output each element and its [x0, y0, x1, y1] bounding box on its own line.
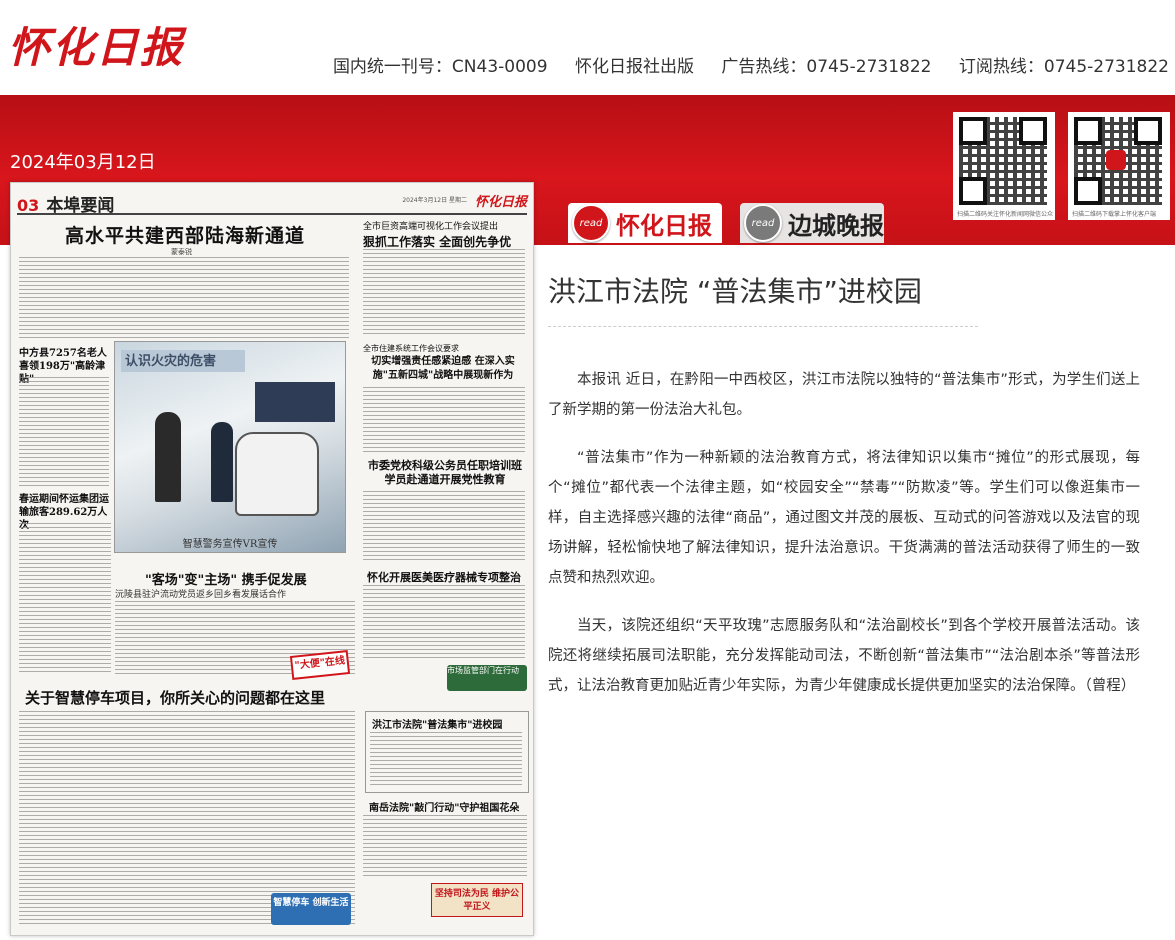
- highlight-box-current-article[interactable]: 洪江市法院"普法集市"进校园: [365, 711, 529, 793]
- text-block: [363, 491, 525, 561]
- page-header: 03 本埠要闻 2024年3月12日 星期二 怀化日报: [17, 191, 527, 216]
- article-link-right-mid3[interactable]: 怀化开展医美医疗器械专项整治: [367, 569, 521, 585]
- box-title: 洪江市法院"普法集市"进校园: [372, 720, 503, 731]
- article-title: 洪江市法院 “普法集市”进校园: [548, 270, 978, 327]
- article-link-bottom[interactable]: 关于智慧停车项目，你所关心的问题都在这里: [25, 687, 325, 708]
- text-block: [370, 732, 522, 788]
- tab-huaihua-daily[interactable]: read 怀化日报: [568, 203, 722, 243]
- photo-person: [155, 412, 181, 502]
- qr-corner: [1019, 117, 1047, 145]
- page-date: 2024年3月12日 星期二: [402, 197, 467, 204]
- header-info: 国内统一刊号：CN43-0009 怀化日报社出版 广告热线：0745-27318…: [311, 52, 1169, 77]
- tab-label: 边城晚报: [788, 210, 884, 240]
- qr-code-wechat: 扫描二维码关注怀化新闻网微信公众号: [953, 112, 1055, 220]
- subscribe-hotline-text: 订阅热线：0745-2731822: [958, 57, 1169, 77]
- tab-label: 怀化日报: [616, 210, 712, 240]
- app-logo-icon: [1106, 150, 1126, 170]
- article-link-main[interactable]: 高水平共建西部陆海新通道: [65, 221, 305, 248]
- qr-corner: [1074, 117, 1102, 145]
- justice-badge: 坚持司法为民 维护公平正义: [431, 883, 523, 917]
- text-block: [19, 523, 111, 673]
- main-byline: 蒙泰锐: [171, 248, 192, 256]
- site-logo[interactable]: 怀化日报: [8, 14, 184, 75]
- publisher-text: 怀化日报社出版: [574, 57, 694, 77]
- tab-biancheng-evening[interactable]: read 边城晚报: [740, 203, 884, 243]
- photo-screen: [255, 382, 335, 422]
- news-photo[interactable]: 认识火灾的危害 智慧警务宣传VR宣传: [114, 341, 346, 553]
- article-body: 本报讯 近日，在黔阳一中西校区，洪江市法院以独特的“普法集市”形式，为学生们送上…: [548, 365, 1140, 701]
- page-brand: 怀化日报: [474, 195, 527, 210]
- article-link-right-mid[interactable]: 切实增强责任感紧迫感 在深入实施"五新四城"战略中展现新作为: [359, 355, 527, 383]
- page-number: 03: [17, 196, 40, 215]
- article-link-right-mid2[interactable]: 市委党校科级公务员任职培训班学员赴通道开展党性教育: [363, 459, 527, 487]
- page-section: 本埠要闻: [46, 196, 115, 216]
- issue-date: 2024年03月12日: [10, 152, 156, 173]
- qr-corner: [1074, 177, 1102, 205]
- read-icon: read: [572, 204, 610, 242]
- article-link-bottom-right[interactable]: 南岳法院"敲门行动"守护祖国花朵: [369, 799, 519, 814]
- text-block: [363, 815, 527, 879]
- ad-hotline-text: 广告热线：0745-2731822: [721, 57, 932, 77]
- qr-corner: [1134, 117, 1162, 145]
- photo-person: [211, 422, 233, 502]
- photo-vr-car: [235, 432, 319, 516]
- article-paragraph: 当天，该院还组织“天平玫瑰”志愿服务队和“法治副校长”到各个学校开展普法活动。该…: [548, 618, 1140, 694]
- article-link-center[interactable]: "客场"变"主场" 携手促发展: [145, 569, 307, 588]
- issn-text: 国内统一刊号：CN43-0009: [332, 57, 548, 77]
- site-header: 怀化日报 国内统一刊号：CN43-0009 怀化日报社出版 广告热线：0745-…: [0, 0, 1175, 95]
- kicker-text: 全市住建系统工作会议要求: [363, 344, 459, 353]
- text-block: [363, 387, 525, 453]
- qr-caption: 扫描二维码下载掌上怀化客户端: [1072, 211, 1157, 218]
- center-subhead: 沅陵县驻沪流动党员返乡回乡看发展话合作: [115, 590, 287, 600]
- article-paragraph: 本报讯 近日，在黔阳一中西校区，洪江市法院以独特的“普法集市”形式，为学生们送上…: [548, 372, 1140, 418]
- newspaper-page[interactable]: 03 本埠要闻 2024年3月12日 星期二 怀化日报 高水平共建西部陆海新通道…: [10, 182, 534, 936]
- photo-caption: 智慧警务宣传VR宣传: [182, 539, 278, 550]
- text-block: [19, 377, 109, 487]
- market-supervision-badge: 市场监管部门在行动: [447, 665, 527, 691]
- article-content: 洪江市法院 “普法集市”进校园 本报讯 近日，在黔阳一中西校区，洪江市法院以独特…: [548, 270, 1140, 701]
- text-block: [363, 249, 525, 335]
- photo-banner: 认识火灾的危害: [121, 350, 245, 372]
- article-paragraph: “普法集市”作为一种新颖的法治教育方式，将法律知识以集市“摊位”的形式展现，每个…: [548, 450, 1140, 586]
- read-icon: read: [744, 204, 782, 242]
- qr-corner: [959, 177, 987, 205]
- qr-caption: 扫描二维码关注怀化新闻网微信公众号: [957, 211, 1053, 218]
- article-link-right-top[interactable]: 狠抓工作落实 全面创先争优: [363, 233, 511, 250]
- kicker-text: 全市巨资高端可视化工作会议提出: [363, 222, 499, 232]
- qr-code-app: 扫描二维码下载掌上怀化客户端: [1068, 112, 1170, 220]
- text-block: [19, 257, 349, 341]
- smart-parking-badge: 智慧停车 创新生活: [271, 893, 351, 925]
- text-block: [363, 585, 525, 661]
- qr-corner: [959, 117, 987, 145]
